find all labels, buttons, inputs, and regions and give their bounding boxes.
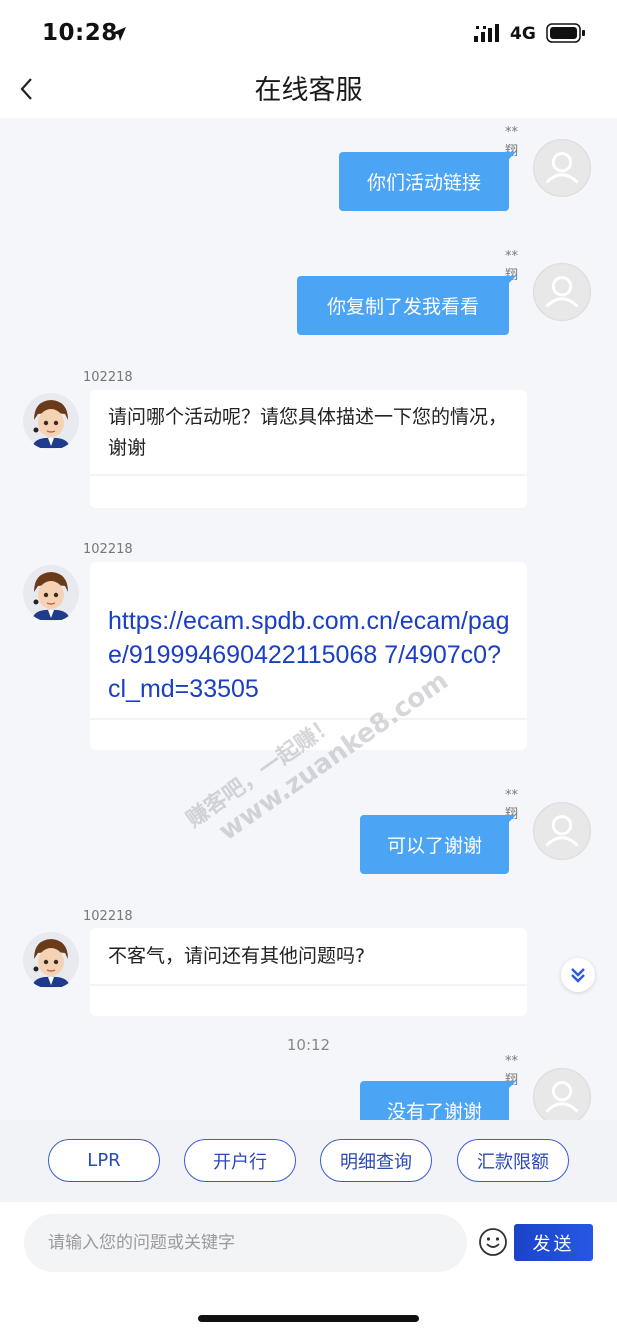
agent-message-bubble[interactable]: https://ecam.spdb.com.cn/ecam/page/91999… (90, 562, 527, 750)
quick-reply-transaction-detail[interactable]: 明细查询 (320, 1139, 432, 1182)
page-title: 在线客服 (254, 75, 363, 106)
bubble-divider (90, 474, 527, 476)
user-message-bubble[interactable]: 可以了谢谢 (360, 815, 516, 874)
sender-name: 102218 (83, 909, 133, 924)
message-timestamp: 10:12 (286, 1036, 331, 1054)
agent-message-text: 不客气，请问还有其他问题吗? (108, 945, 366, 967)
agent-avatar-icon (23, 565, 79, 621)
chat-area[interactable]: **翔 你们活动链接 **翔 你复制了发我看看 102218 (0, 118, 617, 1120)
agent-message-bubble[interactable]: 不客气，请问还有其他问题吗? (90, 928, 527, 1016)
quick-reply-transfer-limit[interactable]: 汇款限额 (457, 1139, 569, 1182)
user-message-bubble[interactable]: 没有了谢谢 (360, 1081, 516, 1120)
nav-bar: 在线客服 (0, 64, 617, 118)
agent-avatar-icon (23, 393, 79, 449)
sender-name: 102218 (83, 542, 133, 557)
status-bar: 10:28 4G (0, 0, 617, 64)
signal-icon (474, 24, 499, 42)
input-bar: 发送 (0, 1202, 617, 1334)
quick-reply-bank-branch[interactable]: 开户行 (184, 1139, 296, 1182)
sender-name: 102218 (83, 370, 133, 385)
battery-icon (546, 23, 585, 43)
network-label: 4G (510, 24, 536, 44)
home-indicator[interactable] (198, 1315, 419, 1322)
agent-message-bubble[interactable]: 请问哪个活动呢？请您具体描述一下您的情况，谢谢 (90, 390, 527, 508)
user-avatar-icon (533, 802, 591, 860)
agent-message-text: 请问哪个活动呢？请您具体描述一下您的情况，谢谢 (108, 406, 508, 459)
quick-reply-lpr[interactable]: LPR (48, 1139, 160, 1182)
activity-link[interactable]: https://ecam.spdb.com.cn/ecam/page/91999… (108, 604, 513, 706)
bubble-divider (90, 718, 527, 720)
location-arrow-icon (112, 27, 126, 41)
user-avatar-icon (533, 139, 591, 197)
emoji-icon[interactable] (478, 1227, 508, 1257)
status-time: 10:28 (42, 20, 118, 46)
message-input[interactable] (24, 1214, 467, 1272)
user-avatar-icon (533, 263, 591, 321)
user-message-bubble[interactable]: 你复制了发我看看 (297, 276, 516, 335)
scroll-to-bottom-icon[interactable] (561, 958, 595, 992)
user-message-bubble[interactable]: 你们活动链接 (339, 152, 516, 211)
bubble-divider (90, 984, 527, 986)
agent-avatar-icon (23, 932, 79, 988)
send-button[interactable]: 发送 (514, 1224, 593, 1261)
quick-reply-bar: LPR 开户行 明细查询 汇款限额 (0, 1120, 617, 1202)
user-avatar-icon (533, 1068, 591, 1120)
